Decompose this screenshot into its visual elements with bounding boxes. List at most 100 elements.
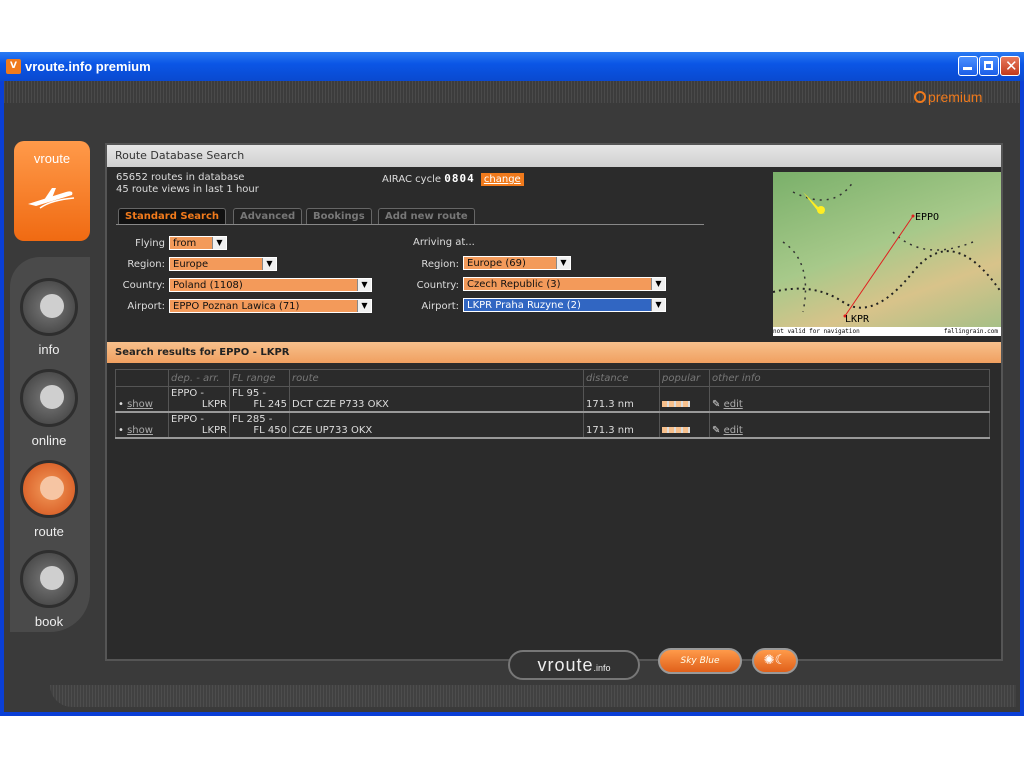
minimize-icon bbox=[963, 67, 972, 70]
popular-cell bbox=[659, 386, 710, 413]
show-route-link[interactable]: show bbox=[127, 425, 153, 436]
map-label-to: LKPR bbox=[845, 314, 870, 325]
airac-label: AIRAC cycle bbox=[382, 174, 442, 185]
departure-airport-value: EPPO Poznan Lawica (71) bbox=[173, 301, 300, 312]
sidebar-item-info[interactable]: info bbox=[14, 276, 84, 357]
close-icon: ✕ bbox=[1005, 57, 1018, 75]
route-search-panel: Route Database Search 65652 routes in da… bbox=[105, 143, 1003, 661]
dep-value: EPPO - bbox=[171, 414, 205, 425]
arr-value: LKPR bbox=[201, 399, 227, 410]
sidebar-item-route[interactable]: route bbox=[14, 458, 84, 539]
logo-label: vroute bbox=[33, 151, 71, 166]
tab-bookings[interactable]: Bookings bbox=[306, 208, 372, 224]
brand-name: vroute bbox=[537, 655, 594, 675]
rating-stars bbox=[662, 427, 690, 433]
panel-title: Route Database Search bbox=[107, 145, 1001, 167]
book-button-circle bbox=[20, 550, 78, 608]
departure-region-select[interactable]: Europe ▼ bbox=[169, 257, 277, 271]
arrival-airport-label: Airport: bbox=[421, 301, 459, 312]
routes-count: 65652 routes in database bbox=[116, 172, 245, 183]
show-route-link[interactable]: show bbox=[127, 399, 153, 410]
popular-cell bbox=[659, 412, 710, 439]
departure-region-value: Europe bbox=[173, 259, 209, 270]
map-overlay bbox=[773, 181, 1001, 318]
fl-range-cell: FL 285 - FL 450 bbox=[229, 412, 290, 439]
fl-high: FL 450 bbox=[253, 425, 287, 436]
results-table: dep. - arr. FL range route distance popu… bbox=[115, 369, 990, 439]
chevron-down-icon: ▼ bbox=[357, 300, 371, 312]
departure-country-select[interactable]: Poland (1108) ▼ bbox=[169, 278, 372, 292]
map-footnote: not valid for navigation fallingrain.com bbox=[773, 327, 1001, 336]
dep-arr-cell: EPPO - LKPR bbox=[168, 386, 230, 413]
departure-airport-select[interactable]: EPPO Poznan Lawica (71) ▼ bbox=[169, 299, 372, 313]
info-icon bbox=[40, 385, 64, 409]
departure-country-label: Country: bbox=[122, 280, 165, 291]
app-client-area: premium vroute info online route book Ro… bbox=[4, 81, 1020, 712]
sidebar-item-online[interactable]: online bbox=[14, 367, 84, 448]
route-views: 45 route views in last 1 hour bbox=[116, 184, 259, 195]
close-button[interactable]: ✕ bbox=[1000, 56, 1020, 76]
show-cell: • show bbox=[115, 386, 169, 413]
tab-advanced[interactable]: Advanced bbox=[233, 208, 303, 224]
chevron-down-icon: ▼ bbox=[651, 278, 665, 290]
plane-icon bbox=[40, 476, 64, 500]
table-row: • show EPPO - LKPR FL 95 - FL 245 DCT CZE … bbox=[115, 386, 990, 413]
column-header: popular bbox=[659, 369, 710, 387]
route-map[interactable]: EPPO LKPR not valid for navigation falli… bbox=[773, 172, 1001, 336]
map-credit: fallingrain.com bbox=[943, 328, 998, 335]
arrival-country-select[interactable]: Czech Republic (3) ▼ bbox=[463, 277, 666, 291]
brand-suffix: .info bbox=[593, 663, 611, 673]
route-cell: CZE UP733 OKX bbox=[289, 412, 584, 439]
arrival-country-value: Czech Republic (3) bbox=[467, 279, 561, 290]
table-row: • show EPPO - LKPR FL 285 - FL 450 CZE UP7… bbox=[115, 412, 990, 439]
arrival-airport-select[interactable]: LKPR Praha Ruzyne (2) ▼ bbox=[463, 298, 666, 312]
tab-add-new-route[interactable]: Add new route bbox=[378, 208, 475, 224]
vroute-logo-button[interactable]: vroute bbox=[14, 141, 90, 241]
tab-standard-search[interactable]: Standard Search bbox=[118, 208, 227, 224]
airac-change-link[interactable]: change bbox=[480, 173, 524, 186]
dep-value: EPPO - bbox=[171, 388, 205, 399]
arriving-at-label: Arriving at... bbox=[413, 237, 475, 248]
maximize-button[interactable] bbox=[979, 56, 999, 76]
vroute-brand-badge: vroute.info bbox=[508, 650, 640, 680]
column-header: route bbox=[289, 369, 584, 387]
column-header bbox=[115, 369, 169, 387]
skin-selector-button[interactable]: Sky Blue bbox=[658, 648, 742, 674]
arrival-region-select[interactable]: Europe (69) ▼ bbox=[463, 256, 571, 270]
departure-country-value: Poland (1108) bbox=[173, 280, 243, 291]
rating-stars bbox=[662, 401, 690, 407]
title-bar[interactable]: V vroute.info premium ✕ bbox=[0, 52, 1024, 81]
airplane-icon bbox=[28, 188, 75, 209]
distance-cell: 171.3 nm bbox=[583, 412, 660, 439]
distance-cell: 171.3 nm bbox=[583, 386, 660, 413]
arr-value: LKPR bbox=[201, 425, 227, 436]
skin-label: Sky Blue bbox=[680, 656, 720, 666]
column-header: distance bbox=[583, 369, 660, 387]
sidebar-item-label: book bbox=[34, 614, 64, 629]
dep-arr-cell: EPPO - LKPR bbox=[168, 412, 230, 439]
flying-direction-select[interactable]: from ▼ bbox=[169, 236, 227, 250]
edit-route-link[interactable]: edit bbox=[724, 425, 743, 436]
search-tabs: Standard Search Advanced Bookings Add ne… bbox=[116, 208, 704, 225]
chevron-down-icon: ▼ bbox=[262, 258, 276, 270]
fl-high: FL 245 bbox=[253, 399, 287, 410]
column-header: FL range bbox=[229, 369, 290, 387]
other-info-cell: ✎ edit bbox=[709, 386, 990, 413]
chevron-down-icon: ▼ bbox=[651, 299, 665, 311]
sidebar-item-book[interactable]: book bbox=[14, 548, 84, 629]
column-header: dep. - arr. bbox=[168, 369, 230, 387]
departure-region-label: Region: bbox=[127, 259, 165, 270]
minimize-button[interactable] bbox=[958, 56, 978, 76]
flying-label: Flying bbox=[135, 238, 165, 249]
edit-route-link[interactable]: edit bbox=[724, 399, 743, 410]
sidebar-item-label: route bbox=[34, 524, 64, 539]
premium-badge[interactable]: premium bbox=[914, 89, 982, 105]
premium-label: premium bbox=[928, 89, 983, 105]
map-label-from: EPPO bbox=[915, 212, 940, 223]
day-night-toggle[interactable]: ✺☾ bbox=[752, 648, 798, 674]
app-window: V vroute.info premium ✕ premium vroute i… bbox=[0, 52, 1024, 716]
fl-range-cell: FL 95 - FL 245 bbox=[229, 386, 290, 413]
sidebar-item-label: info bbox=[38, 342, 60, 357]
bottom-frame-decoration bbox=[50, 685, 1016, 707]
app-icon: V bbox=[6, 59, 21, 74]
